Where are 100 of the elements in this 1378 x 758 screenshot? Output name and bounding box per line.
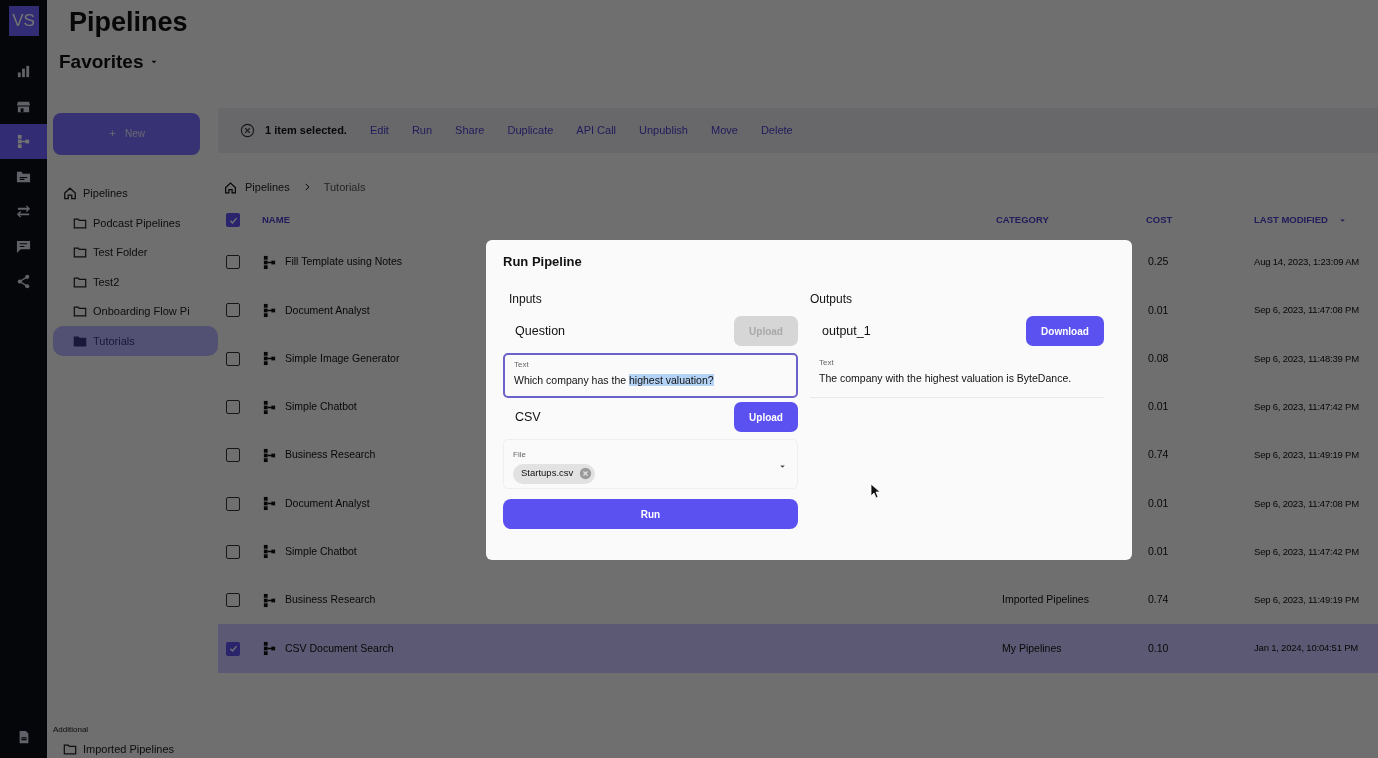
field-value: The company with the highest valuation is ByteDance. [819,371,1073,386]
folder-icon [73,245,87,260]
folder-icon [73,333,87,348]
pipeline-name[interactable]: Document Analyst [285,495,370,512]
folder-icon [73,274,87,289]
checkbox[interactable] [226,496,240,511]
field-value: Which company has the highest valuation? [514,373,715,388]
text-field[interactable]: Text Which company has the highest valuation? [503,353,798,398]
folder-item[interactable]: Pipelines [53,178,218,208]
checkbox[interactable] [226,593,240,608]
folder-icon [16,169,31,184]
column-header[interactable]: COST [1146,212,1254,228]
home-icon [224,180,237,194]
pipeline-icon [262,302,277,318]
folder-item[interactable]: Onboarding Flow Pi [53,296,218,326]
folder-item[interactable]: Imported Pipelines [53,740,218,758]
cost-cell-text: 0.01 [1147,495,1170,511]
pipeline-name[interactable]: Business Research [285,592,376,609]
arrows-icon [16,204,31,219]
checkbox[interactable] [226,351,240,366]
pipeline-name[interactable]: Fill Template using Notes [285,254,403,270]
date-cell-text: Sep 6, 2023, 11:49:19 PM [1254,593,1360,608]
nav-button[interactable] [0,124,47,159]
download-button[interactable]: Download [1026,316,1104,346]
toolbar-action[interactable]: Share [455,122,485,139]
checkbox[interactable] [226,213,240,227]
checkbox[interactable] [226,303,240,318]
column-header[interactable]: NAME [262,212,996,228]
folder-item[interactable]: Test2 [53,267,218,297]
clear-selection-icon[interactable] [240,123,255,138]
section-heading: Outputs [810,291,854,308]
cost-cell-text: 0.01 [1147,544,1170,560]
share-icon [16,274,31,289]
field-label: Text [514,359,530,371]
cost-cell-text: 0.25 [1147,254,1170,270]
input-label: Question [515,322,566,340]
folder-item[interactable]: Test Folder [53,237,218,267]
checkbox[interactable] [226,255,240,270]
pipeline-icon [16,134,31,149]
toolbar-action[interactable]: Delete [760,122,793,139]
breadcrumb-link[interactable]: Pipelines [245,178,290,196]
app-logo: VS [8,6,39,36]
column-header[interactable]: LAST MODIFIED [1254,212,1328,228]
toolbar-action[interactable]: API Call [576,122,617,139]
pipeline-icon [262,447,277,463]
pipeline-name[interactable]: CSV Document Search [285,640,394,657]
selection-count: 1 item selected. [265,123,347,139]
date-cell-text: Sep 6, 2023, 11:47:42 PM [1254,544,1360,559]
column-header[interactable]: CATEGORY [996,212,1146,228]
file-select[interactable]: File Startups.csv [503,439,798,489]
date-cell-text: Aug 14, 2023, 1:23:09 AM [1254,255,1361,269]
date-cell-text: Jan 1, 2024, 10:04:51 PM [1254,641,1359,656]
remove-icon[interactable] [579,467,593,480]
toolbar-action[interactable]: Run [411,122,433,139]
pipeline-icon [262,496,277,512]
date-cell-text: Sep 6, 2023, 11:47:08 PM [1254,303,1360,318]
category-cell-text: Imported Pipelines [1001,592,1090,608]
run-button[interactable]: Run [503,499,798,529]
cost-cell-text: 0.74 [1147,447,1170,463]
cost-cell-text: 0.01 [1147,302,1170,318]
folder-item[interactable]: Podcast Pipelines [53,208,218,238]
upload-button[interactable]: Upload [734,402,798,432]
breadcrumb-link[interactable]: Tutorials [323,178,366,196]
input-label: CSV [515,408,541,426]
section-heading: Additional [53,724,90,736]
checkbox[interactable] [226,448,240,463]
toolbar-action[interactable]: Unpublish [639,122,688,139]
checkbox[interactable] [226,544,240,559]
toolbar-action[interactable]: Edit [369,122,389,139]
chat-icon [16,239,31,254]
table-row[interactable]: CSV Document Search My Pipelines 0.10 Jan 1, 2024, 10:04:51 PM [218,624,1378,673]
check-icon [227,643,239,654]
pipeline-icon [262,641,277,656]
favorites-dropdown[interactable]: Favorites [53,48,218,77]
cost-cell-text: 0.74 [1147,592,1170,608]
cost-cell-text: 0.08 [1147,350,1170,366]
toolbar-action[interactable]: Duplicate [507,122,554,139]
field-label: Text [819,357,835,369]
pipeline-icon [262,544,277,560]
pipeline-name[interactable]: Simple Chatbot [285,544,357,560]
pipeline-name[interactable]: Business Research [285,447,376,464]
date-cell-text: Sep 6, 2023, 11:49:19 PM [1254,448,1360,463]
folder-icon [73,215,87,230]
pipeline-icon [262,592,277,608]
folder-item[interactable]: Tutorials [53,326,218,356]
pipeline-icon [262,351,277,367]
pipeline-name[interactable]: Document Analyst [285,302,370,319]
cost-cell-text: 0.01 [1147,399,1170,415]
folder-icon [63,742,77,756]
folder-icon [73,304,87,319]
pipeline-name[interactable]: Simple Chatbot [285,399,357,415]
pipeline-name[interactable]: Simple Image Generator [285,350,400,367]
file-chip[interactable]: Startups.csv [513,463,596,484]
checkbox[interactable] [226,641,240,656]
checkbox[interactable] [226,400,240,415]
cost-cell-text: 0.10 [1147,640,1170,656]
toolbar-action[interactable]: Move [711,122,738,139]
dialog-title: Run Pipeline [503,253,583,271]
bar-chart-icon [16,64,31,79]
field-label: File [513,448,527,461]
